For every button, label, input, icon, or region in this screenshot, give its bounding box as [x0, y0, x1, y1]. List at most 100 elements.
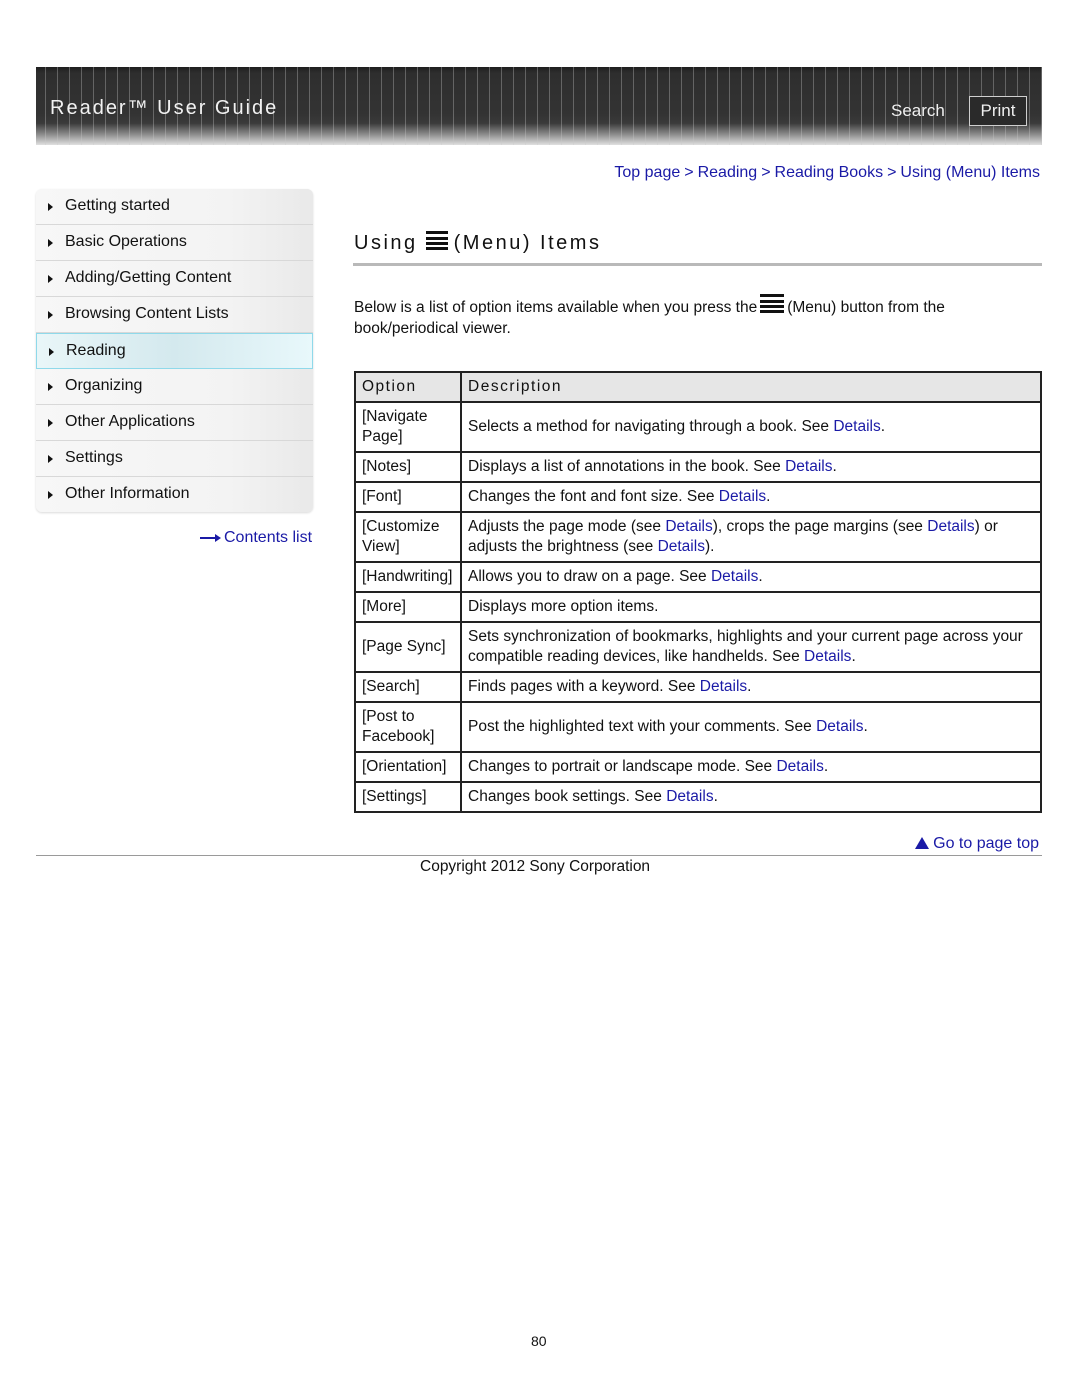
description-cell: Allows you to draw on a page. See Detail…	[460, 561, 1042, 593]
description-cell: Changes to portrait or landscape mode. S…	[460, 751, 1042, 783]
breadcrumb-top-page[interactable]: Top page	[614, 164, 680, 181]
sidebar-item-label: Getting started	[65, 197, 170, 214]
arrow-right-icon	[200, 533, 221, 543]
details-link[interactable]: Details	[700, 678, 747, 695]
table-row: [Page Sync] Sets synchronization of bookm…	[354, 621, 1042, 673]
column-header-option: Option	[354, 371, 462, 403]
triangle-right-icon	[48, 383, 53, 391]
page-title-suffix: (Menu) Items	[453, 232, 602, 254]
description-text: Allows you to draw on a page. See	[468, 568, 711, 585]
sidebar-item-getting-started[interactable]: Getting started	[36, 189, 313, 225]
menu-icon	[425, 231, 448, 251]
option-cell: [Font]	[354, 481, 462, 513]
details-link[interactable]: Details	[927, 518, 974, 535]
details-link[interactable]: Details	[785, 458, 832, 475]
go-to-page-top-link[interactable]: Go to page top	[915, 835, 1039, 853]
sidebar-item-other-applications[interactable]: Other Applications	[36, 405, 313, 441]
menu-icon	[760, 294, 785, 314]
option-cell: [Post to Facebook]	[354, 701, 462, 753]
sidebar-item-label: Settings	[65, 449, 123, 466]
sidebar-item-label: Browsing Content Lists	[65, 305, 229, 322]
details-link[interactable]: Details	[711, 568, 758, 585]
description-text: .	[713, 788, 718, 805]
description-cell: Adjusts the page mode (see Details), cro…	[460, 511, 1042, 563]
triangle-right-icon	[48, 275, 53, 283]
option-cell: [Search]	[354, 671, 462, 703]
footer-divider	[36, 855, 1042, 856]
copyright-text: Copyright 2012 Sony Corporation	[420, 858, 651, 875]
page-title: Using (Menu) Items	[354, 231, 601, 255]
table-row: [Customize View] Adjusts the page mode (s…	[354, 511, 1042, 563]
breadcrumb-separator: >	[761, 164, 771, 181]
description-text: .	[766, 488, 771, 505]
description-cell: Sets synchronization of bookmarks, highl…	[460, 621, 1042, 673]
option-cell: [Notes]	[354, 451, 462, 483]
option-cell: [More]	[354, 591, 462, 623]
option-cell: [Handwriting]	[354, 561, 462, 593]
details-link[interactable]: Details	[816, 718, 863, 735]
triangle-right-icon	[48, 203, 53, 211]
sidebar-item-settings[interactable]: Settings	[36, 441, 313, 477]
option-cell: [Page Sync]	[354, 621, 462, 673]
description-text: Post the highlighted text with your comm…	[468, 718, 817, 735]
triangle-right-icon	[48, 419, 53, 427]
breadcrumb-separator: >	[887, 164, 897, 181]
details-link[interactable]: Details	[665, 518, 712, 535]
breadcrumb-reading[interactable]: Reading	[698, 164, 758, 181]
print-button[interactable]: Print	[969, 96, 1027, 126]
sidebar-item-browsing-content-lists[interactable]: Browsing Content Lists	[36, 297, 313, 333]
description-cell: Post the highlighted text with your comm…	[460, 701, 1042, 753]
details-link[interactable]: Details	[776, 758, 823, 775]
triangle-right-icon	[48, 239, 53, 247]
sidebar-item-label: Organizing	[65, 377, 143, 394]
sidebar-item-other-information[interactable]: Other Information	[36, 477, 313, 512]
contents-list-label: Contents list	[224, 529, 313, 546]
description-text: Changes the font and font size. See	[468, 488, 719, 505]
table-row: [Orientation] Changes to portrait or land…	[354, 751, 1042, 783]
description-cell: Displays a list of annotations in the bo…	[460, 451, 1042, 483]
triangle-up-icon	[915, 837, 930, 849]
sidebar-item-adding-content[interactable]: Adding/Getting Content	[36, 261, 313, 297]
description-text: Displays a list of annotations in the bo…	[468, 458, 786, 475]
triangle-right-icon	[48, 455, 53, 463]
table-row: [Notes] Displays a list of annotations in…	[354, 451, 1042, 483]
sidebar-item-label: Other Applications	[65, 413, 195, 430]
table-header-row: Option Description	[354, 371, 1042, 403]
sidebar-item-label: Basic Operations	[65, 233, 187, 250]
contents-list-link[interactable]: Contents list	[200, 529, 312, 547]
description-text: Changes to portrait or landscape mode. S…	[468, 758, 777, 775]
table-row: [More] Displays more option items.	[354, 591, 1042, 623]
details-link[interactable]: Details	[666, 788, 713, 805]
description-text: .	[832, 458, 837, 475]
description-text: Displays more option items.	[468, 598, 659, 615]
table-row: [Font] Changes the font and font size. Se…	[354, 481, 1042, 513]
triangle-right-icon	[49, 348, 54, 356]
intro-text-before: Below is a list of option items availabl…	[354, 299, 758, 316]
description-text: Changes book settings. See	[468, 788, 667, 805]
details-link[interactable]: Details	[658, 538, 705, 555]
sidebar-item-basic-operations[interactable]: Basic Operations	[36, 225, 313, 261]
sidebar-item-reading[interactable]: Reading	[36, 333, 313, 369]
description-cell: Finds pages with a keyword. See Details.	[460, 671, 1042, 703]
description-cell: Displays more option items.	[460, 591, 1042, 623]
description-text: Finds pages with a keyword. See	[468, 678, 700, 695]
table-row: [Navigate Page] Selects a method for navi…	[354, 401, 1042, 453]
description-text: .	[758, 568, 763, 585]
description-text: ).	[704, 538, 715, 555]
description-cell: Changes the font and font size. See Deta…	[460, 481, 1042, 513]
details-link[interactable]: Details	[719, 488, 766, 505]
description-text: Adjusts the page mode (see	[468, 518, 666, 535]
sidebar-item-label: Adding/Getting Content	[65, 269, 232, 286]
description-text: .	[863, 718, 868, 735]
breadcrumb-current[interactable]: Using (Menu) Items	[900, 164, 1040, 181]
details-link[interactable]: Details	[804, 648, 851, 665]
options-table: Option Description [Navigate Page] Select…	[354, 371, 1042, 813]
sidebar-nav: Getting started Basic Operations Adding/…	[36, 189, 313, 512]
sidebar-item-label: Reading	[66, 342, 126, 359]
breadcrumb-reading-books[interactable]: Reading Books	[775, 164, 884, 181]
go-to-page-top-label: Go to page top	[933, 835, 1039, 852]
sidebar-item-organizing[interactable]: Organizing	[36, 369, 313, 405]
details-link[interactable]: Details	[833, 418, 880, 435]
search-button[interactable]: Search	[891, 101, 945, 121]
table-row: [Settings] Changes book settings. See Det…	[354, 781, 1042, 813]
